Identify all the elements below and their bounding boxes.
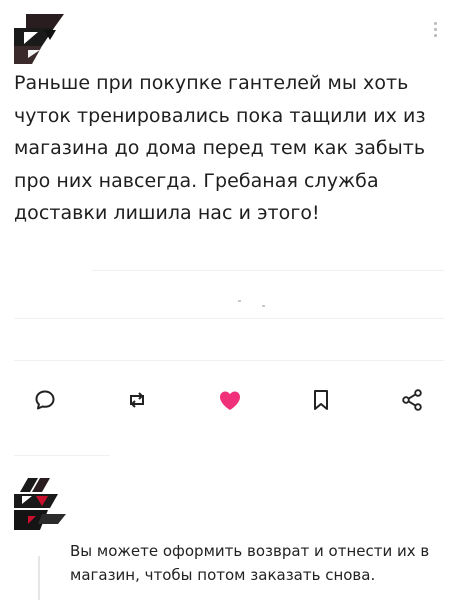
repost-button[interactable] bbox=[117, 378, 157, 422]
heart-icon bbox=[220, 391, 240, 410]
repost-arrows-icon bbox=[130, 392, 144, 408]
divider bbox=[92, 270, 444, 271]
faint-mark bbox=[238, 300, 241, 302]
bookmark-button[interactable] bbox=[301, 378, 341, 422]
reply-author-avatar[interactable] bbox=[14, 478, 66, 530]
more-options-button[interactable] bbox=[432, 22, 438, 40]
like-button[interactable] bbox=[210, 378, 250, 422]
divider bbox=[14, 455, 110, 456]
avatar-image bbox=[14, 14, 64, 64]
reply-text: Вы можете оформить возврат и отнести их … bbox=[70, 542, 430, 584]
faint-mark bbox=[262, 305, 265, 307]
divider bbox=[14, 360, 444, 361]
divider bbox=[14, 318, 444, 319]
speech-bubble-icon bbox=[35, 390, 55, 410]
post-text: Раньше при покупке гантелей мы хоть чуто… bbox=[14, 72, 426, 224]
reply-thread-line bbox=[38, 556, 40, 600]
avatar-image bbox=[14, 478, 66, 530]
author-avatar[interactable] bbox=[14, 14, 64, 64]
post-actions-bar bbox=[0, 378, 459, 422]
comment-button[interactable] bbox=[25, 378, 65, 422]
share-icon bbox=[402, 389, 422, 411]
share-button[interactable] bbox=[392, 378, 432, 422]
bookmark-icon bbox=[314, 390, 328, 410]
